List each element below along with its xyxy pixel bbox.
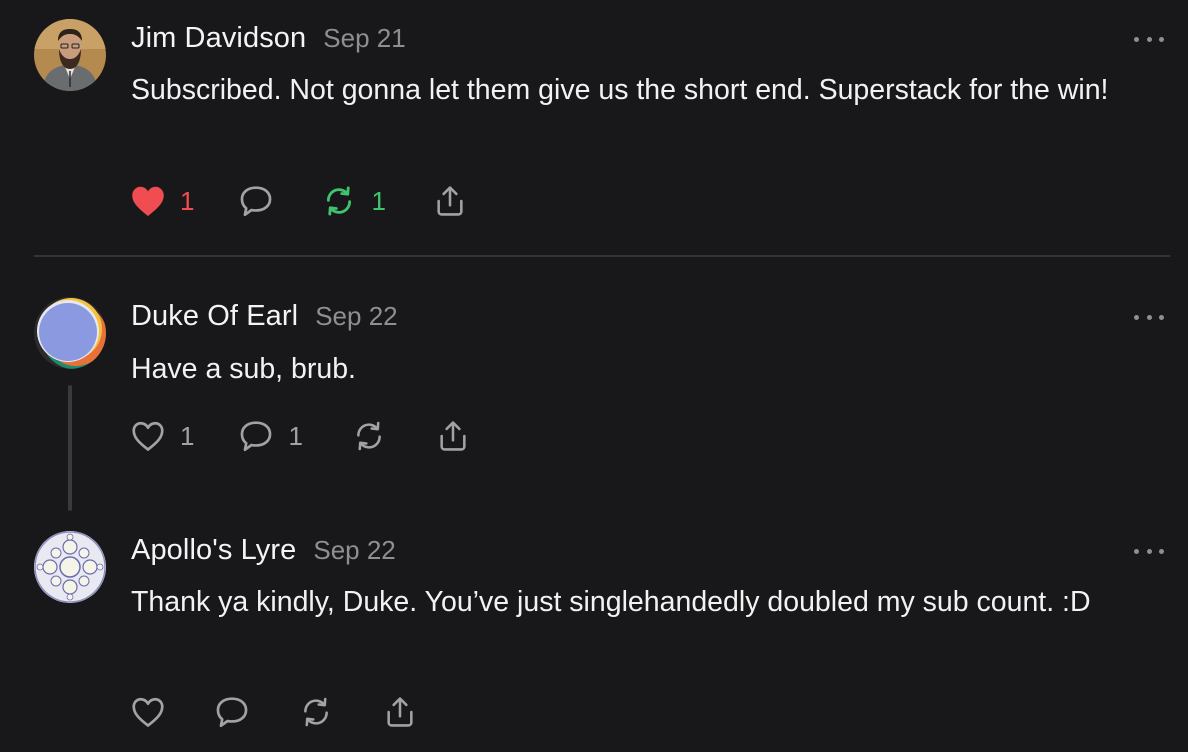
comment-text: Have a sub, brub. <box>131 353 356 385</box>
comment-actions <box>130 692 418 732</box>
more-dots-icon <box>1134 548 1139 554</box>
reply-button[interactable]: 1 <box>238 419 303 453</box>
speech-bubble-icon <box>214 695 250 729</box>
speech-bubble-icon <box>238 419 274 453</box>
share-icon <box>382 695 418 729</box>
like-button[interactable] <box>130 695 166 729</box>
reply-count: 1 <box>288 420 303 451</box>
like-button[interactable]: 1 <box>130 419 194 453</box>
reply-thread-line <box>68 385 72 511</box>
avatar[interactable] <box>34 297 106 369</box>
like-button[interactable]: 1 <box>130 184 194 218</box>
share-button[interactable] <box>382 695 418 729</box>
reply-button[interactable] <box>214 695 250 729</box>
author-name[interactable]: Apollo's Lyre <box>131 534 296 567</box>
heart-icon <box>130 695 166 729</box>
restack-button[interactable] <box>351 419 387 453</box>
comment-date[interactable]: Sep 21 <box>323 23 405 54</box>
more-options-button[interactable] <box>1134 545 1164 557</box>
author-name[interactable]: Jim Davidson <box>131 22 306 55</box>
like-count: 1 <box>180 420 195 451</box>
comment-actions: 1 1 <box>130 416 471 456</box>
restack-icon <box>321 184 357 218</box>
author-name[interactable]: Duke Of Earl <box>131 300 298 333</box>
like-count: 1 <box>180 185 195 216</box>
heart-icon <box>130 419 166 453</box>
heart-icon <box>130 184 166 218</box>
comment-header: Jim Davidson Sep 21 <box>131 22 406 55</box>
restack-button[interactable]: 1 <box>321 184 386 218</box>
comment-header: Duke Of Earl Sep 22 <box>131 300 398 333</box>
restack-count: 1 <box>371 185 386 216</box>
share-button[interactable] <box>435 419 471 453</box>
more-options-button[interactable] <box>1134 33 1164 45</box>
reply-button[interactable] <box>238 184 274 218</box>
more-options-button[interactable] <box>1134 311 1164 323</box>
speech-bubble-icon <box>238 184 274 218</box>
comment-date[interactable]: Sep 22 <box>313 535 395 566</box>
restack-icon <box>351 419 387 453</box>
avatar[interactable] <box>34 19 106 91</box>
share-icon <box>435 419 471 453</box>
comment-text: Thank ya kindly, Duke. You’ve just singl… <box>131 586 1091 618</box>
comment-header: Apollo's Lyre Sep 22 <box>131 534 396 567</box>
restack-icon <box>298 695 334 729</box>
comment-thread: Jim Davidson Sep 21 Subscribed. Not gonn… <box>0 0 1188 752</box>
divider <box>34 255 1170 257</box>
share-button[interactable] <box>432 184 468 218</box>
comment-actions: 1 1 <box>130 181 468 221</box>
more-dots-icon <box>1134 314 1139 320</box>
restack-button[interactable] <box>298 695 334 729</box>
comment-text: Subscribed. Not gonna let them give us t… <box>131 74 1109 106</box>
more-dots-icon <box>1134 36 1139 42</box>
share-icon <box>432 184 468 218</box>
avatar[interactable] <box>34 531 106 603</box>
comment-date[interactable]: Sep 22 <box>315 301 397 332</box>
